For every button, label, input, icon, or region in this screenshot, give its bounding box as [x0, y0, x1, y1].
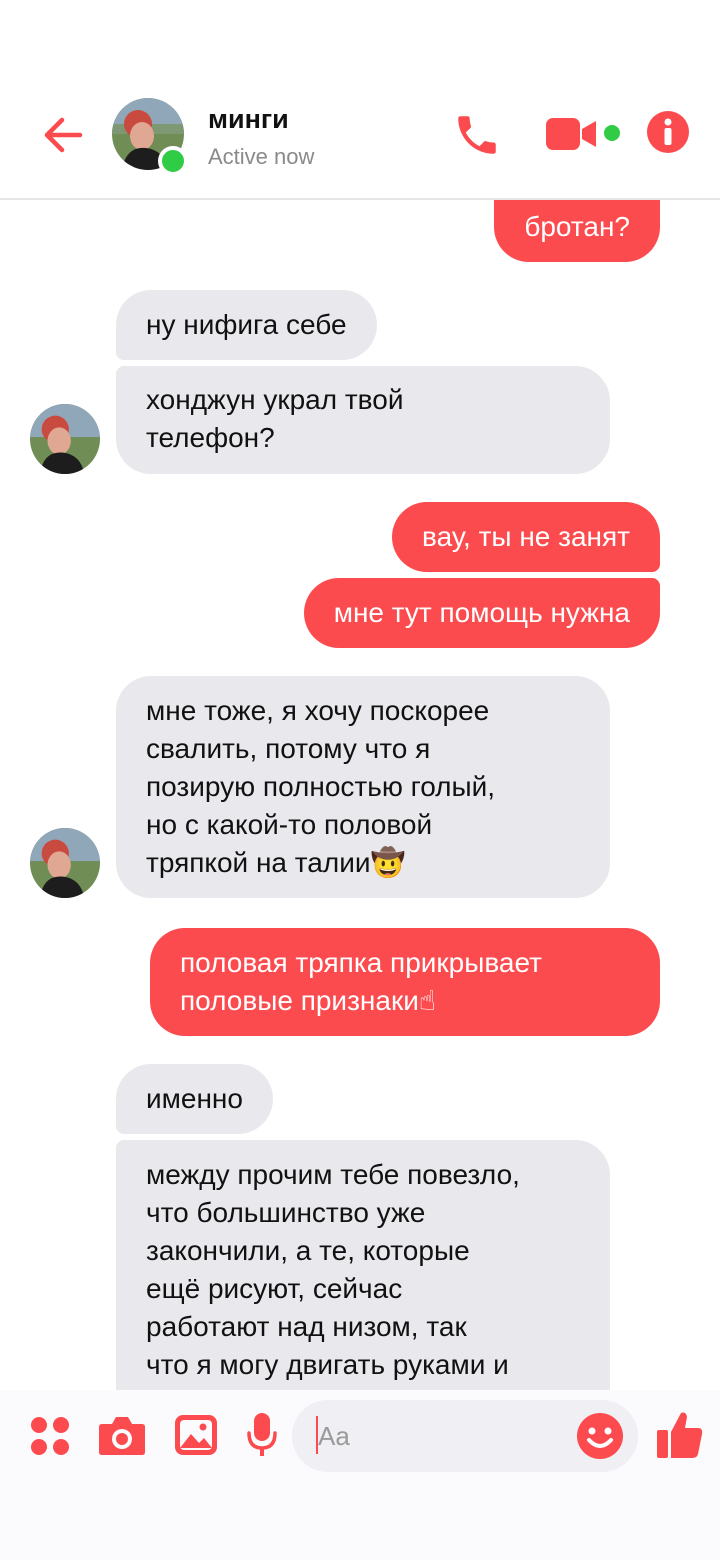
- thumbs-up-icon[interactable]: [656, 1410, 704, 1465]
- message-composer: [0, 1390, 720, 1560]
- incoming-message[interactable]: хонджун украл твой телефон?: [116, 366, 610, 474]
- online-indicator: [158, 146, 188, 176]
- message-list[interactable]: бротан? ну нифига себе хонджун украл тво…: [0, 198, 720, 1390]
- incoming-message[interactable]: ну нифига себе: [116, 290, 377, 360]
- conversation-header: минги Active now: [0, 0, 720, 200]
- info-icon[interactable]: [646, 110, 690, 154]
- contact-name[interactable]: минги: [208, 104, 289, 135]
- message-input-container[interactable]: [292, 1400, 638, 1472]
- back-arrow-icon[interactable]: [40, 112, 86, 158]
- outgoing-message[interactable]: мне тут помощь нужна: [303, 578, 660, 648]
- incoming-message[interactable]: между прочим тебе повезло, что большинст…: [116, 1140, 610, 1390]
- sender-avatar[interactable]: [30, 828, 100, 898]
- camera-icon[interactable]: [98, 1414, 146, 1461]
- active-status: Active now: [208, 144, 315, 169]
- gallery-icon[interactable]: [174, 1414, 218, 1461]
- video-camera-icon[interactable]: [544, 112, 602, 156]
- apps-grid-icon[interactable]: [30, 1416, 70, 1461]
- microphone-icon[interactable]: [246, 1412, 278, 1463]
- outgoing-message[interactable]: вау, ты не занят: [392, 502, 660, 572]
- video-active-dot: [604, 125, 620, 141]
- sender-avatar[interactable]: [30, 404, 100, 474]
- message-input[interactable]: [318, 1420, 558, 1452]
- phone-icon[interactable]: [452, 110, 502, 160]
- incoming-message[interactable]: мне тоже, я хочу поскорее свалить, потом…: [116, 676, 610, 898]
- outgoing-message[interactable]: половая тряпка прикрывает половые призна…: [150, 928, 660, 1036]
- emoji-icon[interactable]: [576, 1412, 624, 1465]
- outgoing-message[interactable]: бротан?: [494, 198, 660, 262]
- incoming-message[interactable]: именно: [116, 1064, 273, 1134]
